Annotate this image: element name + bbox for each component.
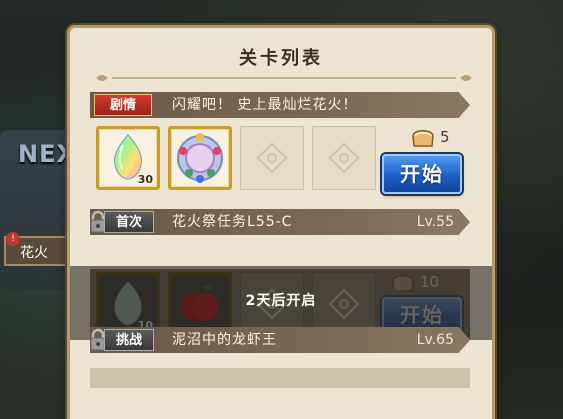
stamina-cost: 5: [410, 126, 470, 150]
empty-reward-slot: [240, 126, 304, 190]
reward-slot[interactable]: [168, 126, 232, 190]
reward-slot[interactable]: 30: [96, 126, 160, 190]
bread-stamina-icon: [412, 130, 434, 147]
panel-title: 关卡列表: [239, 48, 323, 69]
stage-row-first-clear[interactable]: 首次 花火祭任务L55-C Lv.55: [90, 209, 470, 235]
stamina-cost-value: 5: [440, 128, 450, 146]
wreath-medal-icon: [177, 133, 223, 183]
first-clear-tag: 首次: [104, 211, 154, 233]
alert-badge: !: [6, 232, 20, 246]
stage-level: Lv.55: [416, 214, 454, 230]
reward-slots: 30: [96, 126, 396, 190]
stage-row-challenge[interactable]: 挑战 泥沼中的龙虾王 Lv.65: [90, 327, 470, 353]
unlock-countdown: 2天后开启: [245, 293, 317, 309]
challenge-tag: 挑战: [104, 329, 154, 351]
reward-count: 30: [137, 173, 153, 186]
stage-name: 花火祭任务L55-C: [172, 214, 293, 230]
empty-reward-slot: [312, 126, 376, 190]
story-tag: 剧情: [94, 94, 152, 116]
stage-row-story[interactable]: 剧情 闪耀吧！ 史上最灿烂花火！: [90, 92, 470, 118]
title-divider: [96, 75, 472, 81]
next-stage-preview: [90, 368, 470, 388]
start-button[interactable]: 开始: [382, 154, 462, 194]
stage-list-panel: 关卡列表 剧情 闪耀吧！ 史上最灿烂花火！ 30 5 开始 首次 花火祭任务L5…: [67, 25, 495, 419]
stage-level: Lv.65: [416, 332, 454, 348]
stage-name: 闪耀吧！ 史上最灿烂花火！: [172, 97, 358, 113]
stage-name: 泥沼中的龙虾王: [172, 332, 277, 348]
